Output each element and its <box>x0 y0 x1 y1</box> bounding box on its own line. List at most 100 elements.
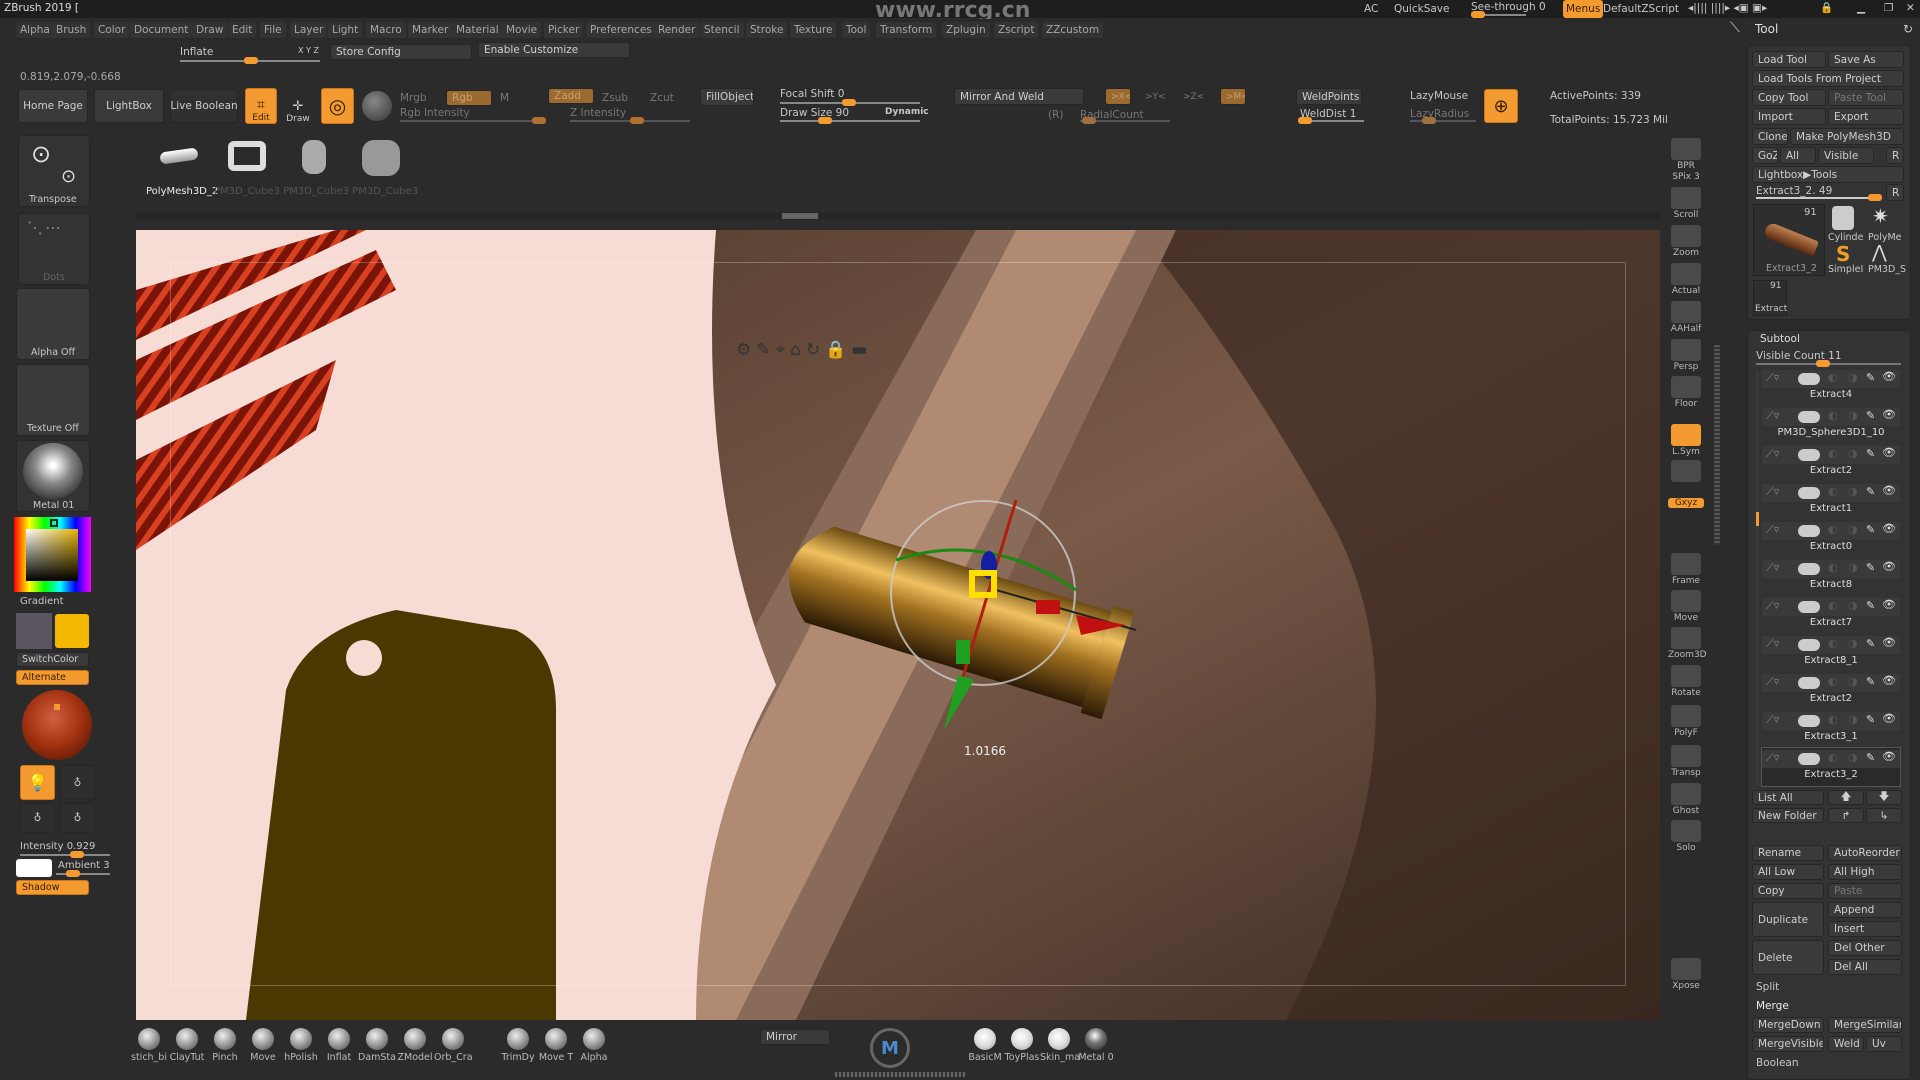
autoreorder-button[interactable]: AutoReorder <box>1828 845 1902 861</box>
polypaint-toggle[interactable] <box>1798 373 1820 385</box>
menu-texture[interactable]: Texture <box>790 22 837 38</box>
subtool-item[interactable]: ⟋▿ ◐ ◑ ✎ 👁 Extract4 <box>1762 368 1900 406</box>
tool-thumb-cube-tag[interactable] <box>302 140 326 174</box>
restore-icon[interactable]: ❐ <box>1884 2 1893 14</box>
mask-icon[interactable]: ◐ <box>1828 485 1838 498</box>
mask-icon[interactable]: ◐ <box>1828 409 1838 422</box>
brush-icon[interactable]: ✎ <box>1866 561 1875 574</box>
brush-inflat[interactable]: Inflat <box>320 1028 358 1063</box>
brush-icon[interactable]: ✎ <box>1866 713 1875 726</box>
mirror-and-weld-button[interactable]: Mirror And Weld <box>954 88 1084 105</box>
all-low-button[interactable]: All Low <box>1752 864 1824 880</box>
split-section[interactable]: Split <box>1756 981 1779 993</box>
brush-claytut[interactable]: ClayTut <box>168 1028 206 1063</box>
brightness-icon[interactable]: ◑ <box>1848 713 1858 726</box>
shelf-actual[interactable]: Actual <box>1668 263 1704 296</box>
tool-thumb-main[interactable]: 91 Extract3_2 <box>1753 204 1825 276</box>
weld-button[interactable]: Weld <box>1828 1036 1864 1052</box>
zadd-button[interactable]: Zadd <box>548 88 594 104</box>
light-sphere[interactable] <box>22 690 92 760</box>
fillobject-button[interactable]: FillObject <box>700 88 754 106</box>
menu-transform[interactable]: Transform <box>876 22 937 38</box>
brush-icon[interactable]: ✎ <box>1866 409 1875 422</box>
light-position-marker[interactable] <box>54 704 60 710</box>
menu-document[interactable]: Document <box>130 22 193 38</box>
brush-move-t[interactable]: Move T <box>537 1028 575 1063</box>
paste-tool-button[interactable]: Paste Tool <box>1828 89 1904 106</box>
mergesimilar-button[interactable]: MergeSimilar <box>1828 1017 1902 1033</box>
brightness-icon[interactable]: ◑ <box>1848 561 1858 574</box>
store-config-button[interactable]: Store Config <box>330 44 472 60</box>
lock-icon[interactable]: 🔒 <box>1820 1 1833 14</box>
edit-button[interactable]: ⌗ Edit <box>245 88 277 124</box>
brightness-icon[interactable]: ◑ <box>1848 751 1858 764</box>
transpose-button[interactable]: ⊙ ⊙ Transpose <box>18 135 90 207</box>
viewport-canvas[interactable]: ⚙✎⌖⌂↻🔒▬ 1.0166 <box>136 230 1660 1020</box>
minimize-icon[interactable]: ▁ <box>1857 2 1865 14</box>
lightbox-tools-button[interactable]: Lightbox▶Tools <box>1752 166 1904 183</box>
brush-alpha[interactable]: Alpha <box>575 1028 613 1063</box>
brightness-icon[interactable]: ◑ <box>1848 637 1858 650</box>
sym-x-button[interactable]: >X< <box>1105 88 1131 105</box>
shelf-aahalf[interactable]: AAHalf <box>1668 301 1704 334</box>
boolean-section[interactable]: Boolean <box>1756 1057 1799 1069</box>
brush-icon[interactable]: ✎ <box>1866 675 1875 688</box>
layout-icons[interactable]: ◂|||| ||||▸ ◂▣ ▣▸ <box>1688 2 1767 14</box>
switchcolor-button[interactable]: SwitchColor <box>16 652 89 667</box>
polypaint-toggle[interactable] <box>1798 601 1820 613</box>
brush-move[interactable]: Move <box>244 1028 282 1063</box>
menu-light[interactable]: Light <box>328 22 363 38</box>
shelf-zoom3d[interactable]: Zoom3D <box>1668 627 1707 660</box>
brightness-icon[interactable]: ◑ <box>1848 409 1858 422</box>
lightbox-button[interactable]: LightBox <box>94 89 164 123</box>
polypaint-toggle[interactable] <box>1798 411 1820 423</box>
polypaint-toggle[interactable] <box>1798 487 1820 499</box>
menu-material[interactable]: Material <box>452 22 503 38</box>
brush-orb-cra[interactable]: Orb_Cra <box>434 1028 473 1063</box>
menu-preferences[interactable]: Preferences <box>586 22 656 38</box>
rgb-button[interactable]: Rgb <box>446 90 492 106</box>
polypaint-toggle[interactable] <box>1798 525 1820 537</box>
brightness-icon[interactable]: ◑ <box>1848 599 1858 612</box>
right-shelf-scrollbar[interactable] <box>1714 345 1720 545</box>
home-page-button[interactable]: Home Page <box>18 89 88 123</box>
focal-shift-slider[interactable] <box>780 99 920 106</box>
brush-pinch[interactable]: Pinch <box>206 1028 244 1063</box>
mask-icon[interactable]: ◐ <box>1828 751 1838 764</box>
del-other-button[interactable]: Del Other <box>1828 940 1902 956</box>
sym-m-button[interactable]: >M< <box>1220 88 1246 105</box>
document-scrollbar[interactable] <box>136 212 1661 220</box>
material-toyplas[interactable]: ToyPlas <box>1003 1028 1041 1063</box>
brightness-icon[interactable]: ◑ <box>1848 523 1858 536</box>
load-tool-button[interactable]: Load Tool <box>1752 51 1826 68</box>
menu-movie[interactable]: Movie <box>502 22 542 38</box>
subtool-title[interactable]: Subtool <box>1760 333 1800 345</box>
polypaint-toggle[interactable] <box>1798 639 1820 651</box>
sym-y-button[interactable]: >Y< <box>1145 92 1166 102</box>
xyz-toggle[interactable]: X Y Z <box>298 46 319 55</box>
copy-tool-button[interactable]: Copy Tool <box>1752 89 1826 106</box>
uv-button[interactable]: Uv <box>1866 1036 1902 1052</box>
shelf-solo[interactable]: Solo <box>1668 820 1704 853</box>
menu-color[interactable]: Color <box>94 22 130 38</box>
polypaint-toggle[interactable] <box>1798 449 1820 461</box>
zcut-button[interactable]: Zcut <box>650 92 674 104</box>
material-skin-ma[interactable]: Skin_ma <box>1040 1028 1080 1063</box>
inflate-slider[interactable] <box>180 57 320 64</box>
menu-draw[interactable]: Draw <box>192 22 228 38</box>
simplebrush-thumb[interactable]: S <box>1836 242 1850 266</box>
menus-toggle[interactable]: Menus <box>1563 0 1604 18</box>
rgb-intensity-slider[interactable] <box>400 117 546 124</box>
menu-picker[interactable]: Picker <box>544 22 584 38</box>
welddist-slider[interactable] <box>1298 117 1364 124</box>
brush-icon[interactable]: ✎ <box>1866 371 1875 384</box>
move-down-button[interactable]: 🡇 <box>1866 790 1902 805</box>
rename-button[interactable]: Rename <box>1752 845 1824 861</box>
pm3d-thumb[interactable]: ⋀ <box>1872 242 1887 263</box>
intensity-slider[interactable] <box>20 851 110 858</box>
mask-icon[interactable]: ◐ <box>1828 447 1838 460</box>
brush-icon[interactable]: ✎ <box>1866 447 1875 460</box>
shelf-rotate[interactable]: Rotate <box>1668 665 1704 698</box>
subtool-item[interactable]: ⟋▿ ◐ ◑ ✎ 👁 Extract8_1 <box>1762 634 1900 672</box>
subtool-scrollbar[interactable] <box>1756 372 1759 786</box>
